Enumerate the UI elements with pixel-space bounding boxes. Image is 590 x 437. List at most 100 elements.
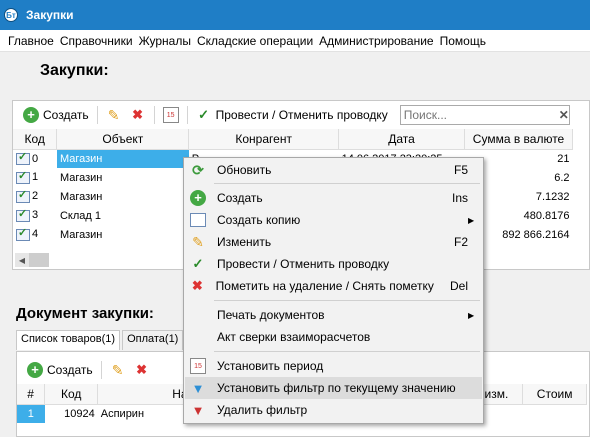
toolbar-divider: [100, 361, 102, 379]
document-tabs: Список товаров(1) Оплата(1): [16, 330, 185, 350]
menu-item-reconciliation-act[interactable]: Акт сверки взаиморасчетов: [185, 326, 482, 348]
filter-icon: ▼: [191, 380, 205, 396]
menu-item-label: Создать копию: [217, 213, 301, 227]
doc-create-button[interactable]: + Создать: [23, 359, 97, 381]
post-button[interactable]: ✓ Провести / Отменить проводку: [192, 104, 392, 126]
row-object-cell: Магазин: [59, 228, 103, 241]
menu-item-edit[interactable]: ✎ Изменить F2: [185, 231, 482, 253]
app-logo-icon: Бт: [4, 8, 18, 22]
menu-item-label: Установить фильтр по текущему значению: [217, 381, 456, 395]
menu-item-set-filter[interactable]: ▼ Установить фильтр по текущему значению: [185, 377, 482, 399]
scrollbar-thumb[interactable]: [29, 253, 49, 267]
row-object-cell: Магазин: [59, 190, 103, 203]
row-code-cell: 10924: [64, 407, 95, 420]
post-button-label: Провести / Отменить проводку: [215, 108, 388, 122]
menu-bar: Главное Справочники Журналы Складские оп…: [0, 30, 590, 52]
menu-divider: [214, 351, 480, 352]
menu-item-label: Акт сверки взаиморасчетов: [217, 330, 371, 344]
menu-item-remove-filter[interactable]: ▼ Удалить фильтр: [185, 399, 482, 421]
document-title: Документ закупки:: [16, 305, 154, 322]
menu-divider: [214, 300, 480, 301]
menu-item-set-period[interactable]: 15 Установить период: [185, 355, 482, 377]
row-object-cell: Склад 1: [59, 209, 101, 222]
row-object-cell[interactable]: Магазин: [56, 149, 189, 168]
check-icon: ✓: [192, 256, 204, 271]
menu-item-mark-deletion[interactable]: ✖ Пометить на удаление / Снять пометку D…: [185, 275, 482, 297]
posted-document-icon: [16, 188, 30, 203]
delete-mark-button[interactable]: ✖: [126, 104, 150, 126]
menu-item-shortcut: Del: [449, 279, 468, 293]
title-bar: Бт Закупки: [0, 0, 590, 30]
menu-item-post[interactable]: ✓ Провести / Отменить проводку: [185, 253, 482, 275]
table-header: Код Объект Конрагент Дата Сумма в валюте: [13, 129, 573, 150]
search-box: ✕: [399, 105, 570, 125]
add-icon: +: [23, 107, 39, 123]
horizontal-scrollbar[interactable]: ◀: [15, 253, 55, 267]
purchases-toolbar: + Создать ✎ ✖ 15 ✓ Провести / Отменить п…: [13, 101, 589, 129]
tab-goods-list[interactable]: Список товаров(1): [16, 330, 121, 350]
menu-item-print-documents[interactable]: Печать документов ▶: [185, 304, 482, 326]
delete-mark-icon: ✖: [132, 107, 144, 122]
column-header-cost[interactable]: Стоим: [522, 384, 587, 405]
set-period-button[interactable]: 15: [159, 104, 183, 126]
create-button[interactable]: + Создать: [19, 104, 93, 126]
menu-item-label: Изменить: [217, 235, 272, 249]
column-header-contractor[interactable]: Конрагент: [188, 129, 340, 150]
row-code-cell: 0: [13, 149, 57, 168]
posted-document-icon: [16, 226, 30, 241]
column-header-number[interactable]: #: [17, 384, 46, 405]
row-object-cell: Магазин: [59, 171, 103, 184]
menu-item-label: Пометить на удаление / Снять пометку: [215, 279, 434, 293]
menu-item-shortcut: Ins: [451, 191, 468, 205]
menu-administration[interactable]: Администрирование: [316, 34, 436, 48]
search-input[interactable]: [400, 108, 559, 122]
menu-warehouse-operations[interactable]: Складские операции: [194, 34, 316, 48]
menu-help[interactable]: Помощь: [437, 34, 489, 48]
menu-item-label: Установить период: [217, 359, 324, 373]
menu-item-label: Создать: [217, 191, 263, 205]
submenu-arrow-icon: ▶: [468, 215, 475, 225]
menu-item-create[interactable]: + Создать Ins: [185, 187, 482, 209]
menu-references[interactable]: Справочники: [57, 34, 136, 48]
menu-journals[interactable]: Журналы: [136, 34, 194, 48]
remove-filter-icon: ▼: [191, 402, 205, 418]
menu-item-create-copy[interactable]: Создать копию ▶: [185, 209, 482, 231]
doc-delete-button[interactable]: ✖: [130, 359, 154, 381]
posted-document-icon: [16, 150, 30, 165]
row-code-cell: 2: [13, 187, 57, 206]
menu-item-label: Обновить: [217, 163, 272, 177]
row-code-cell: 3: [13, 206, 57, 225]
column-header-code[interactable]: Код: [13, 129, 58, 150]
menu-item-shortcut: F5: [453, 163, 468, 177]
calendar-icon: 15: [162, 107, 179, 123]
toolbar-divider: [153, 106, 155, 124]
menu-main[interactable]: Главное: [5, 34, 57, 48]
menu-item-refresh[interactable]: ⟳ Обновить F5: [185, 159, 482, 181]
posted-document-icon: [16, 207, 30, 222]
add-icon: +: [190, 190, 206, 206]
context-menu: ⟳ Обновить F5 + Создать Ins Создать копи…: [183, 157, 484, 424]
doc-create-label: Создать: [47, 363, 93, 377]
menu-item-label: Удалить фильтр: [217, 403, 308, 417]
pencil-icon: ✎: [192, 233, 204, 250]
check-icon: ✓: [198, 107, 210, 122]
column-header-date[interactable]: Дата: [338, 129, 466, 150]
tab-payment[interactable]: Оплата(1): [122, 330, 184, 350]
posted-document-icon: [16, 169, 30, 184]
column-header-code[interactable]: Код: [44, 384, 99, 405]
add-icon: +: [27, 362, 43, 378]
menu-divider: [214, 183, 480, 184]
delete-mark-icon: ✖: [191, 278, 203, 293]
doc-edit-button[interactable]: ✎: [106, 359, 130, 381]
column-header-object[interactable]: Объект: [56, 129, 190, 150]
menu-item-label: Провести / Отменить проводку: [217, 257, 390, 271]
toolbar-divider: [96, 106, 98, 124]
copy-icon: [190, 213, 206, 227]
calendar-icon: 15: [190, 358, 206, 374]
clear-search-icon[interactable]: ✕: [559, 108, 569, 122]
column-header-amount[interactable]: Сумма в валюте: [464, 129, 573, 150]
scroll-left-icon[interactable]: ◀: [15, 253, 29, 267]
edit-button[interactable]: ✎: [102, 104, 126, 126]
row-code-cell: 4: [13, 225, 57, 244]
row-number-cell: 1: [17, 404, 45, 423]
